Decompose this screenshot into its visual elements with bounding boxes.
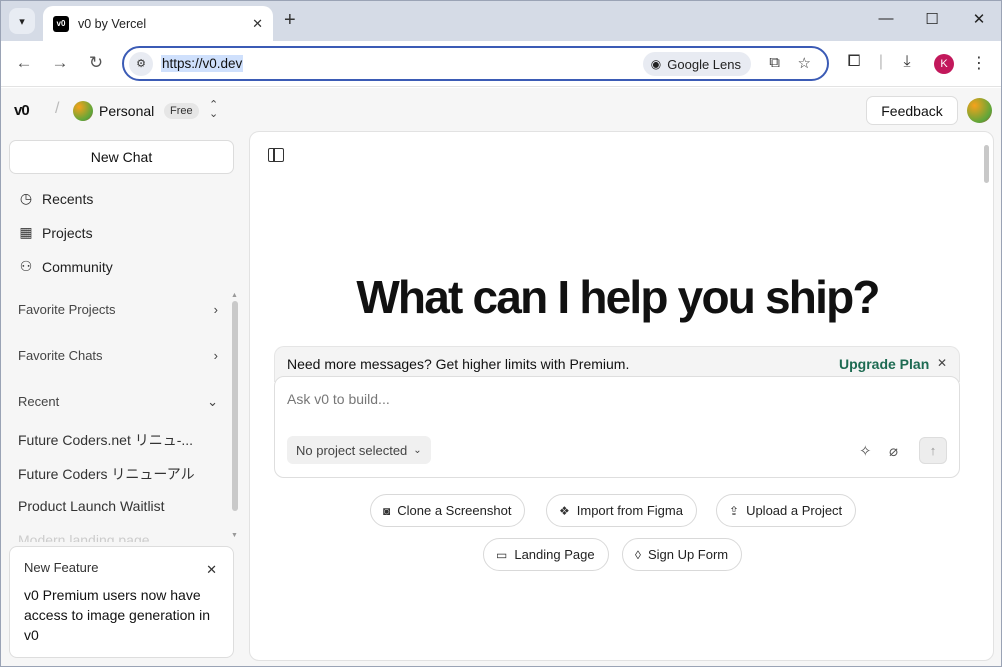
- recent-chat-item[interactable]: Future Coders.net リニュ-...: [18, 430, 218, 450]
- sidebar-item-label: Community: [42, 258, 113, 275]
- feature-card-text: v0 Premium users now have access to imag…: [24, 587, 210, 643]
- feedback-button[interactable]: Feedback: [866, 96, 958, 125]
- v0-favicon-icon: v0: [53, 15, 69, 32]
- project-select[interactable]: No project selected ⌄: [287, 436, 431, 464]
- close-icon[interactable]: ✕: [206, 562, 217, 578]
- suggestion-sign-up-form[interactable]: ◊ Sign Up Form: [622, 538, 743, 571]
- scroll-up-arrow[interactable]: ▲: [231, 292, 238, 299]
- camera-icon: ◉: [650, 57, 662, 71]
- browser-window: ▾ v0 v0 by Vercel ✕ + — ☐ ✕ ← → ↻ ⚙ http…: [0, 0, 1002, 667]
- tab-search-button[interactable]: ▾: [9, 8, 35, 34]
- url-text[interactable]: https://v0.dev: [161, 55, 244, 72]
- sidebar-scrollbar[interactable]: [232, 301, 238, 511]
- chevron-right-icon: ›: [213, 302, 218, 317]
- new-tab-icon[interactable]: +: [284, 9, 296, 31]
- download-icon[interactable]: ⤓: [897, 53, 917, 71]
- suggestion-upload-project[interactable]: ⇪ Upload a Project: [716, 494, 857, 527]
- recent-chat-item[interactable]: Product Launch Waitlist: [18, 498, 218, 514]
- chevron-down-icon: ⌄: [207, 394, 218, 409]
- sidebar-item-label: Recents: [42, 190, 94, 207]
- workspace-switcher-icon[interactable]: ⌃ ⌄: [209, 100, 218, 120]
- figma-icon: ❖: [559, 503, 570, 518]
- chevron-down-icon: ⌄: [413, 444, 422, 456]
- sidebar-item-recents[interactable]: ◷ Recents: [17, 190, 93, 207]
- new-feature-card: New Feature ✕ v0 Premium users now have …: [9, 546, 234, 658]
- sparkles-icon[interactable]: ✧: [859, 442, 872, 460]
- community-icon: ⚇: [19, 258, 33, 274]
- google-lens-label: Google Lens: [667, 56, 741, 72]
- browser-tab[interactable]: v0 v0 by Vercel ✕: [43, 6, 273, 41]
- extensions-icon[interactable]: ⧠: [844, 53, 864, 71]
- upload-file-icon: ⇪: [729, 503, 740, 518]
- recent-chat-item[interactable]: Modern landing page: [18, 532, 218, 542]
- v0-app: v0 / Personal Free ⌃ ⌄ Feedback New Chat …: [1, 88, 1001, 666]
- upgrade-plan-link[interactable]: Upgrade Plan: [839, 356, 929, 372]
- section-label: Favorite Chats: [18, 348, 103, 363]
- prompt-input[interactable]: [287, 391, 847, 407]
- tab-strip: ▾ v0 v0 by Vercel ✕ + — ☐ ✕: [1, 1, 1001, 41]
- arrow-up-icon: ↑: [929, 443, 937, 458]
- paperclip-icon[interactable]: ⌀: [889, 442, 898, 460]
- chat-composer: No project selected ⌄ ✧ ⌀ ↑: [274, 376, 960, 478]
- address-bar[interactable]: ⚙ https://v0.dev ◉ Google Lens ⧉ ☆: [122, 46, 829, 81]
- tab-close-icon[interactable]: ✕: [252, 16, 263, 32]
- plan-badge: Free: [164, 103, 199, 119]
- suggestion-label: Landing Page: [514, 547, 595, 562]
- scroll-down-arrow[interactable]: ▼: [231, 532, 238, 539]
- sidebar-item-projects[interactable]: ▦ Projects: [17, 224, 93, 241]
- sidebar-toggle-icon[interactable]: [268, 148, 284, 162]
- breadcrumb-separator: /: [55, 100, 60, 117]
- close-icon[interactable]: ✕: [937, 356, 947, 370]
- sidebar-item-community[interactable]: ⚇ Community: [17, 258, 113, 275]
- toolbar-divider: |: [878, 53, 884, 70]
- profile-avatar[interactable]: K: [934, 54, 954, 74]
- bookmark-star-icon[interactable]: ☆: [798, 54, 811, 72]
- new-chat-button[interactable]: New Chat: [9, 140, 234, 174]
- sidebar-item-label: Projects: [42, 224, 93, 241]
- main-scrollbar[interactable]: [984, 145, 989, 183]
- user-avatar[interactable]: [967, 98, 992, 123]
- minimize-icon[interactable]: —: [876, 10, 896, 27]
- send-button[interactable]: ↑: [919, 437, 947, 464]
- reload-icon[interactable]: ↻: [85, 53, 107, 73]
- chevron-right-icon: ›: [213, 348, 218, 363]
- suggestion-label: Upload a Project: [746, 503, 843, 518]
- clock-icon: ◷: [19, 190, 33, 206]
- suggestion-landing-page[interactable]: ▭ Landing Page: [483, 538, 609, 571]
- suggestion-label: Clone a Screenshot: [397, 503, 512, 518]
- section-label: Favorite Projects: [18, 302, 116, 317]
- site-info-icon[interactable]: ⚙: [129, 51, 153, 76]
- workspace-avatar[interactable]: [73, 101, 93, 121]
- suggestion-label: Import from Figma: [576, 503, 683, 518]
- maximize-icon[interactable]: ☐: [922, 10, 942, 28]
- suggestion-clone-screenshot[interactable]: ◙ Clone a Screenshot: [370, 494, 526, 527]
- tab-title: v0 by Vercel: [78, 16, 147, 31]
- droplet-icon: ◊: [635, 547, 641, 562]
- layout-icon: ▭: [496, 547, 508, 562]
- project-select-value: No project selected: [296, 442, 408, 458]
- google-lens-button[interactable]: ◉ Google Lens: [642, 52, 751, 76]
- install-app-icon[interactable]: ⧉: [769, 54, 780, 71]
- v0-logo[interactable]: v0: [14, 102, 30, 119]
- page-title: What can I help you ship?: [356, 271, 880, 323]
- feature-card-title: New Feature: [24, 560, 99, 575]
- back-arrow-icon[interactable]: ←: [13, 53, 35, 73]
- camera-icon: ◙: [383, 503, 391, 518]
- grid-icon: ▦: [19, 224, 33, 240]
- workspace-name[interactable]: Personal: [99, 103, 154, 119]
- promo-text: Need more messages? Get higher limits wi…: [287, 356, 630, 372]
- section-label: Recent: [18, 394, 60, 409]
- browser-toolbar: ← → ↻ ⚙ https://v0.dev ◉ Google Lens ⧉ ☆…: [1, 41, 1001, 87]
- favorite-projects-section[interactable]: Favorite Projects ›: [18, 302, 218, 317]
- menu-kebab-icon[interactable]: ⋮: [969, 53, 989, 73]
- main-panel: What can I help you ship? Need more mess…: [249, 131, 994, 661]
- suggestion-import-figma[interactable]: ❖ Import from Figma: [546, 494, 697, 527]
- recent-section[interactable]: Recent ⌄: [18, 394, 218, 410]
- forward-arrow-icon[interactable]: →: [49, 53, 71, 73]
- recent-chat-item[interactable]: Future Coders リニューアル: [18, 464, 218, 484]
- suggestion-label: Sign Up Form: [647, 547, 729, 562]
- favorite-chats-section[interactable]: Favorite Chats ›: [18, 348, 218, 363]
- window-close-icon[interactable]: ✕: [969, 10, 989, 28]
